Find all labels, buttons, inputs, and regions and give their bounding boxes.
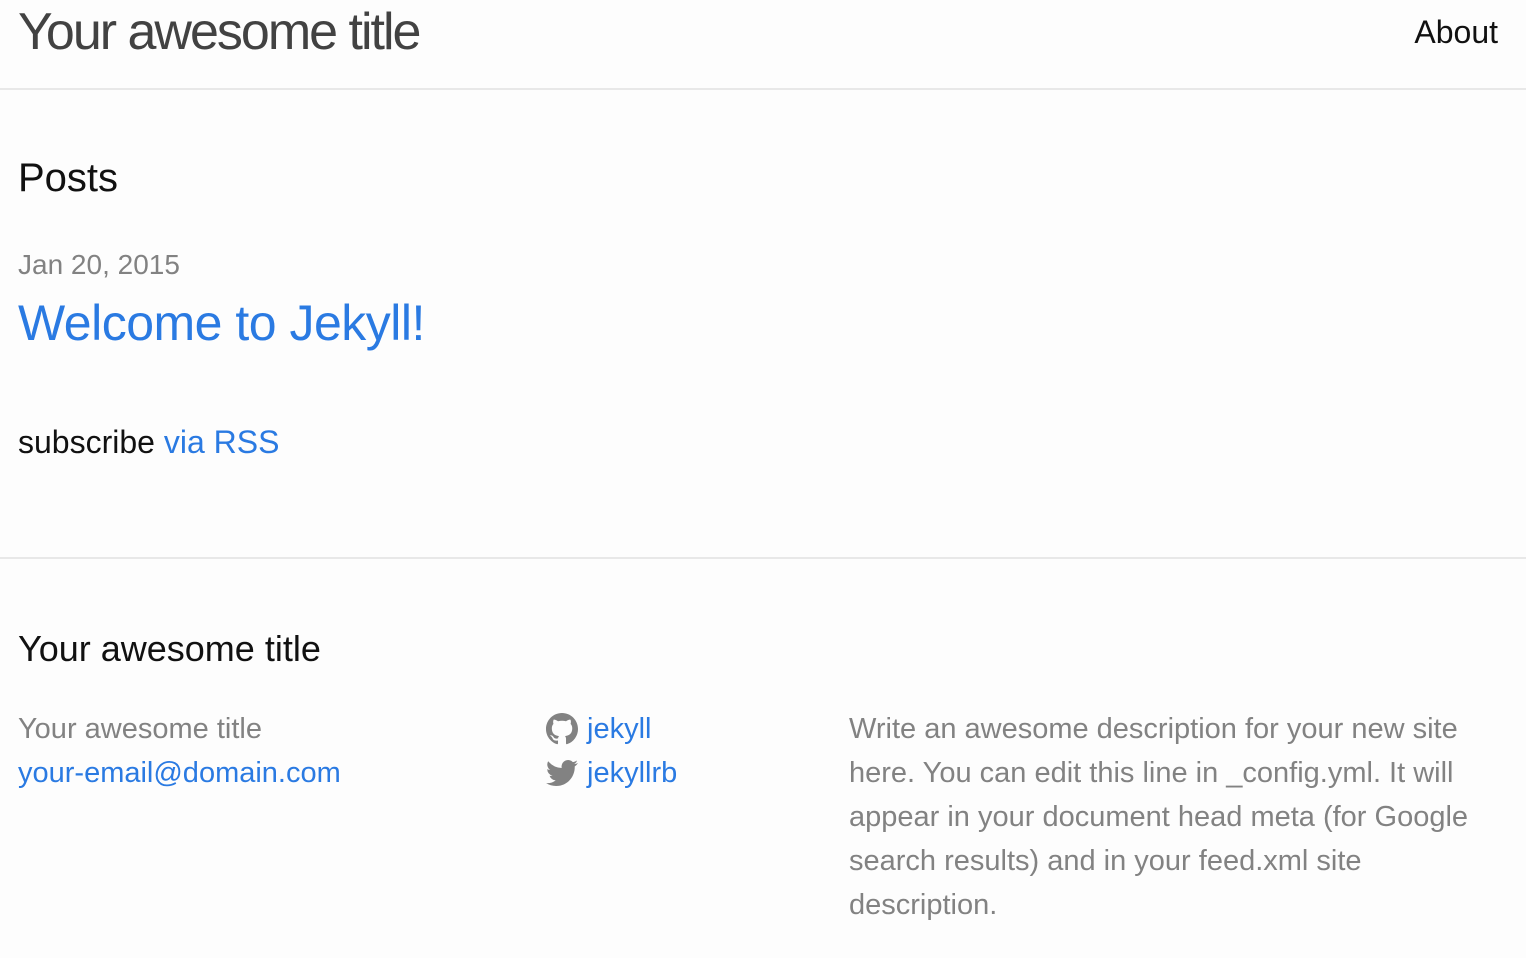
- site-header: Your awesome title About: [0, 0, 1526, 90]
- site-title-link[interactable]: Your awesome title: [18, 2, 421, 62]
- footer-site-name: Your awesome title: [18, 713, 262, 745]
- github-icon[interactable]: [546, 713, 578, 745]
- social-item-twitter: jekyllrb: [546, 751, 677, 795]
- footer-email-link[interactable]: your-email@domain.com: [18, 757, 341, 789]
- rss-subscribe: subscribe via RSS: [18, 422, 279, 462]
- github-link[interactable]: jekyll: [587, 707, 651, 751]
- post-date: Jan 20, 2015: [18, 249, 180, 280]
- nav-link-about[interactable]: About: [1414, 12, 1498, 52]
- footer-heading: Your awesome title: [18, 628, 321, 669]
- page-heading: Posts: [18, 156, 119, 200]
- twitter-link[interactable]: jekyllrb: [587, 751, 677, 795]
- footer-social: jekyll jekyllrb: [546, 707, 677, 795]
- social-item-github: jekyll: [546, 707, 677, 751]
- twitter-icon[interactable]: [546, 757, 578, 789]
- site-footer: Your awesome title Your awesome title yo…: [0, 557, 1526, 958]
- rss-link[interactable]: via RSS: [164, 424, 280, 460]
- post-title-link[interactable]: Welcome to Jekyll!: [18, 292, 425, 354]
- footer-contact: Your awesome title your-email@domain.com: [18, 707, 341, 795]
- site-description: Write an awesome description for your ne…: [849, 713, 1469, 921]
- rss-prefix: subscribe: [18, 424, 155, 460]
